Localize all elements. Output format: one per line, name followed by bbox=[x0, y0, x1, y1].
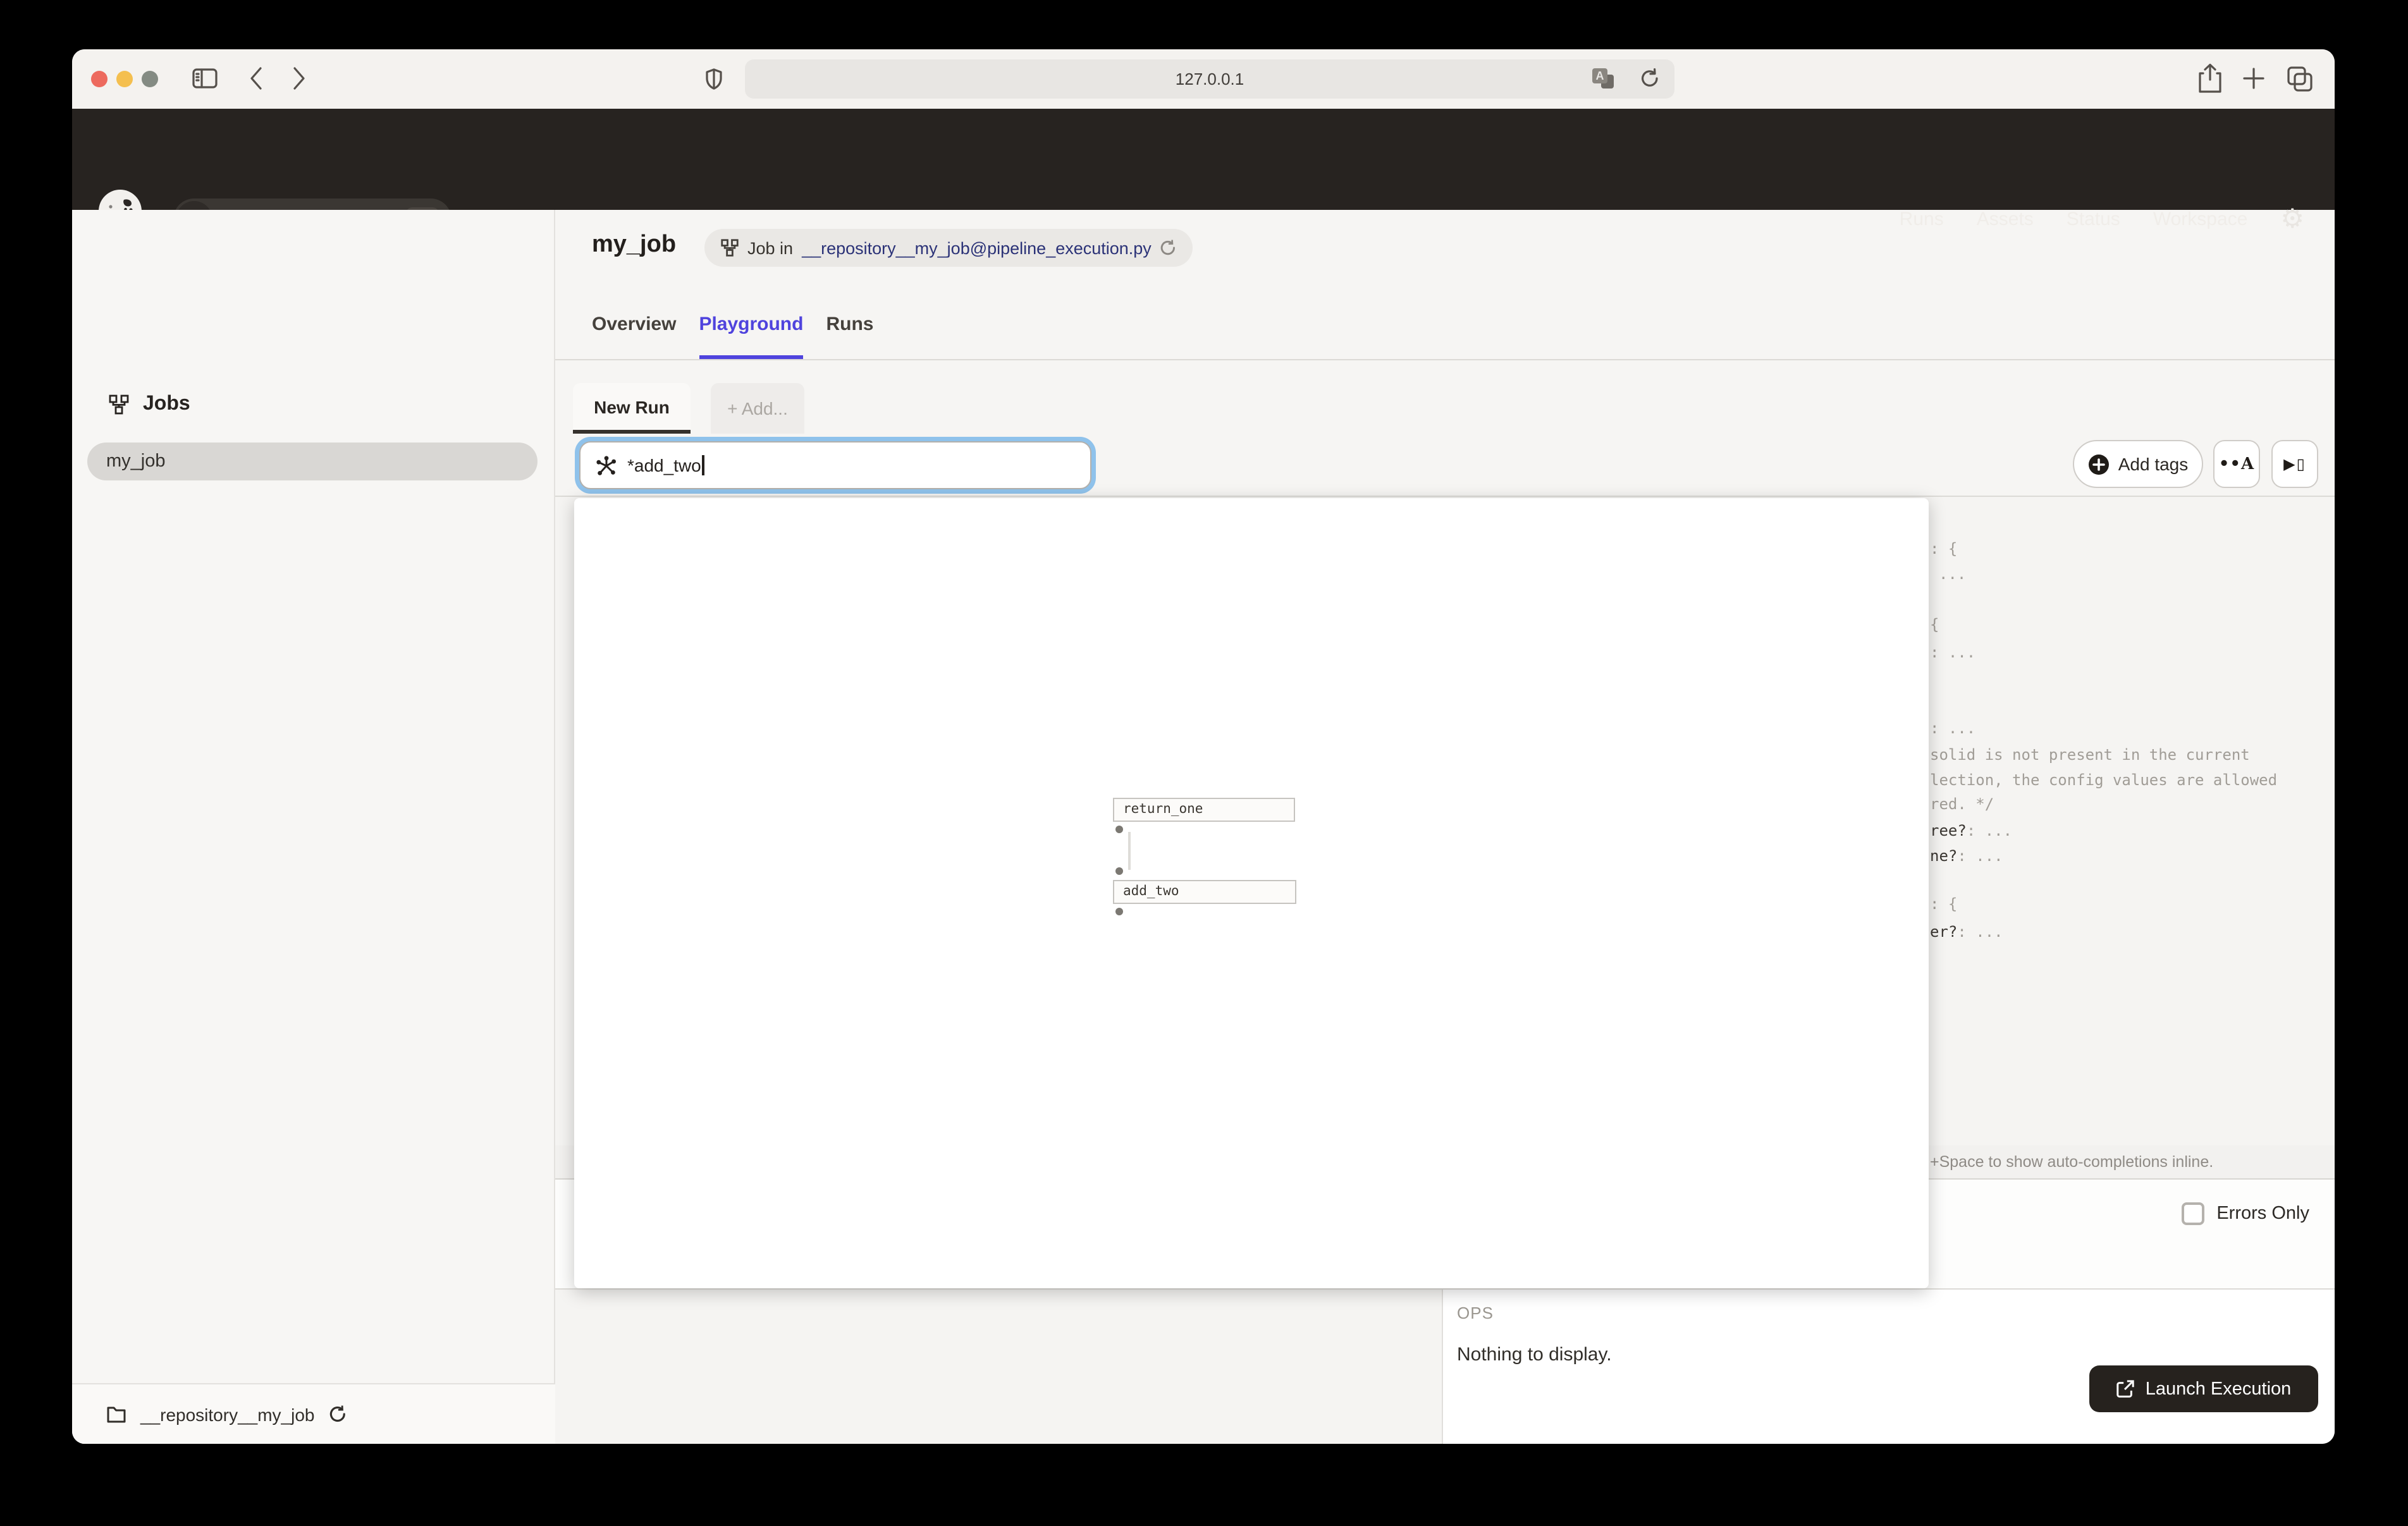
close-window-button[interactable] bbox=[91, 71, 108, 87]
zoom-window-button[interactable] bbox=[142, 71, 158, 87]
code-line: : ... bbox=[1930, 717, 1975, 740]
code-line: ree?: ... bbox=[1930, 819, 2012, 842]
job-origin-badge: Job in __repository__my_job@pipeline_exe… bbox=[704, 229, 1193, 267]
gear-icon[interactable]: ⚙ bbox=[2280, 205, 2304, 232]
browser-window: 127.0.0.1 A bbox=[72, 49, 2335, 1444]
tab-runs[interactable]: Runs bbox=[826, 314, 873, 359]
errors-only-checkbox[interactable] bbox=[2181, 1202, 2204, 1225]
output-port[interactable] bbox=[1115, 826, 1123, 833]
code-line: : { bbox=[1930, 537, 1957, 560]
code-line: lection, the config values are allowed bbox=[1930, 769, 2277, 791]
ops-section-title: OPS bbox=[1457, 1303, 1494, 1322]
input-port[interactable] bbox=[1115, 867, 1123, 875]
graph-edge bbox=[1128, 832, 1130, 870]
tab-playground[interactable]: Playground bbox=[699, 314, 803, 359]
sidebar-toggle-icon[interactable] bbox=[192, 68, 218, 89]
forward-icon[interactable] bbox=[292, 66, 306, 91]
back-icon[interactable] bbox=[249, 66, 263, 91]
nav-assets[interactable]: Assets bbox=[1977, 208, 2034, 229]
reload-repository-icon[interactable] bbox=[329, 1405, 347, 1424]
ops-empty-message: Nothing to display. bbox=[1457, 1344, 1612, 1365]
add-tags-button[interactable]: Add tags bbox=[2073, 440, 2203, 488]
tabs-divider bbox=[555, 359, 2335, 360]
new-tab-icon[interactable] bbox=[2242, 67, 2265, 90]
code-line: ... bbox=[1939, 563, 1966, 585]
job-name: my_job bbox=[87, 443, 538, 480]
launch-execution-label: Launch Execution bbox=[2146, 1379, 2292, 1399]
new-run-tab[interactable]: New Run bbox=[573, 383, 691, 434]
badge-prefix: Job in bbox=[747, 238, 793, 257]
jobs-section-header: Jobs bbox=[109, 393, 190, 416]
autocomplete-hint: +Space to show auto-completions inline. bbox=[1930, 1145, 2213, 1178]
tab-overview-icon[interactable] bbox=[2287, 66, 2313, 92]
code-line: red. */ bbox=[1930, 793, 1994, 815]
top-navigation: Runs Assets Status Workspace ⚙ bbox=[1900, 168, 2304, 269]
code-line: ne?: ... bbox=[1930, 845, 2003, 867]
page-title: my_job bbox=[592, 231, 676, 259]
errors-only-label: Errors Only bbox=[2216, 1204, 2309, 1224]
repository-row[interactable]: __repository__my_job bbox=[72, 1383, 555, 1444]
translate-icon[interactable]: A bbox=[1592, 68, 1614, 89]
jobs-sidebar: Jobs my_job __repository__my_job bbox=[72, 210, 555, 1444]
code-line: er?: ... bbox=[1930, 920, 2003, 943]
job-tabs: Overview Playground Runs bbox=[592, 314, 873, 359]
sidebar-item-my-job[interactable]: my_job bbox=[87, 443, 538, 480]
url-text: 127.0.0.1 bbox=[745, 59, 1674, 99]
job-graph-icon bbox=[109, 394, 129, 415]
jobs-section-title: Jobs bbox=[143, 393, 190, 416]
output-port[interactable] bbox=[1115, 908, 1123, 915]
op-selector-input[interactable]: *add_two bbox=[579, 441, 1091, 489]
text-caret bbox=[703, 455, 704, 475]
badge-repo-link[interactable]: __repository__my_job@pipeline_execution.… bbox=[802, 238, 1152, 257]
repository-name: __repository__my_job bbox=[140, 1404, 315, 1424]
app-header: Search... / Runs Assets Status Workspace… bbox=[72, 109, 2335, 210]
external-launch-icon bbox=[2116, 1379, 2135, 1398]
graph-preview-panel: return_one add_two bbox=[574, 498, 1929, 1288]
op-node-return-one[interactable]: return_one bbox=[1113, 798, 1295, 822]
address-bar[interactable]: 127.0.0.1 A bbox=[745, 59, 1674, 99]
nav-status[interactable]: Status bbox=[2067, 208, 2120, 229]
add-tags-label: Add tags bbox=[2118, 454, 2189, 474]
launch-execution-button[interactable]: Launch Execution bbox=[2089, 1365, 2318, 1412]
minimize-window-button[interactable] bbox=[116, 71, 133, 87]
nav-runs[interactable]: Runs bbox=[1900, 208, 1944, 229]
job-graph-icon bbox=[721, 239, 739, 257]
code-line: : { bbox=[1930, 893, 1957, 915]
code-line: : ... bbox=[1930, 641, 1975, 664]
reload-icon[interactable] bbox=[1160, 239, 1177, 257]
op-node-add-two[interactable]: add_two bbox=[1113, 880, 1296, 904]
reload-icon[interactable] bbox=[1640, 68, 1659, 89]
folder-icon bbox=[106, 1405, 126, 1423]
shorthand-toggle-button[interactable]: ••A bbox=[2213, 440, 2260, 488]
browser-toolbar: 127.0.0.1 A bbox=[72, 49, 2335, 109]
add-run-config-tab[interactable]: + Add... bbox=[711, 383, 804, 434]
share-icon[interactable] bbox=[2198, 63, 2222, 94]
code-line: { bbox=[1930, 613, 1939, 636]
desktop: 127.0.0.1 A bbox=[0, 0, 2408, 1526]
op-selector-value: *add_two bbox=[627, 443, 704, 488]
nav-workspace[interactable]: Workspace bbox=[2153, 208, 2248, 229]
privacy-shield-icon[interactable] bbox=[706, 68, 722, 90]
errors-only-control[interactable]: Errors Only bbox=[2181, 1202, 2309, 1225]
op-selector-icon bbox=[596, 455, 617, 477]
bottom-left-area bbox=[555, 1290, 1442, 1444]
plus-circle-icon bbox=[2088, 453, 2110, 475]
code-line: solid is not present in the current bbox=[1930, 743, 2250, 766]
scaffold-config-button[interactable]: ▶▯ bbox=[2271, 440, 2318, 488]
tab-overview[interactable]: Overview bbox=[592, 314, 676, 359]
